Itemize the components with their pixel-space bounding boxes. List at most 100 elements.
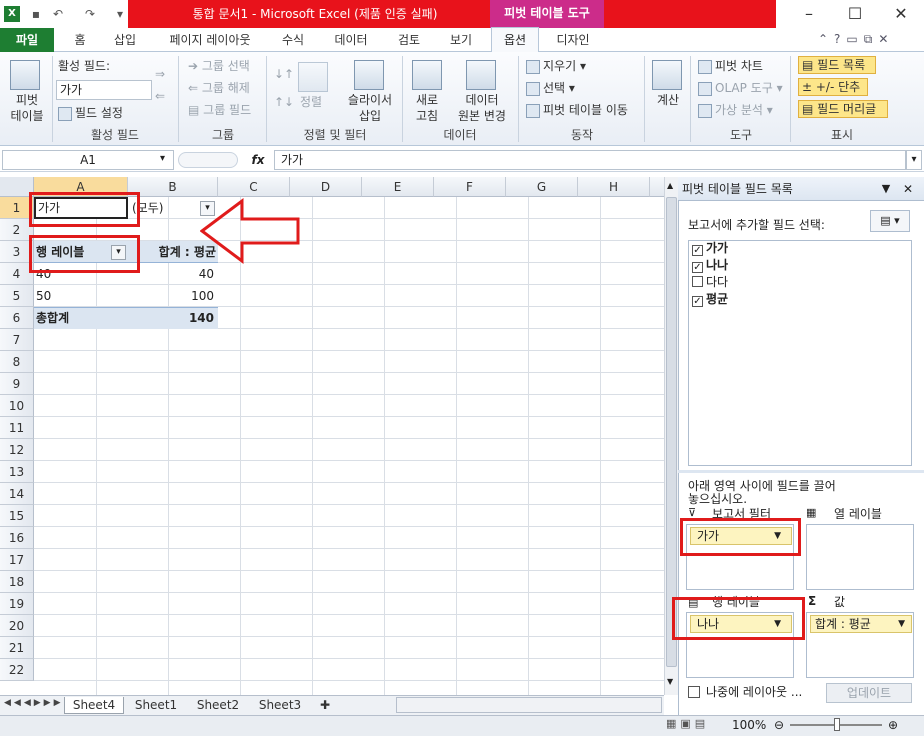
change-source-button[interactable]: 데이터 원본 변경: [448, 92, 516, 124]
refresh-button[interactable]: 새로 고침: [404, 92, 450, 124]
sort-za-icon[interactable]: ↑↓: [274, 94, 294, 110]
expand-field-icon[interactable]: ⇒: [155, 66, 165, 82]
column-labels-area[interactable]: [806, 524, 914, 590]
collapse-field-icon[interactable]: ⇐: [155, 88, 165, 104]
column-header-h[interactable]: H: [578, 177, 650, 197]
field-item[interactable]: ✓ 가가: [692, 240, 728, 256]
what-if-button[interactable]: 가상 분석 ▾: [698, 102, 773, 118]
field-item[interactable]: ✓ 나나: [692, 257, 728, 273]
row-header[interactable]: 22: [0, 659, 34, 681]
redo-icon[interactable]: ↷: [82, 6, 98, 22]
field-item[interactable]: ✓ 평균: [692, 291, 728, 307]
view-buttons-icons[interactable]: ▦▣▤: [666, 717, 724, 733]
scroll-up-icon[interactable]: ▲: [667, 181, 676, 191]
tab-page-layout[interactable]: 페이지 레이아웃: [160, 28, 260, 52]
ungroup-button[interactable]: ⇐ 그룹 해제: [188, 80, 250, 96]
pill-dropdown-icon[interactable]: ▼: [898, 616, 905, 632]
tab-formulas[interactable]: 수식: [276, 28, 310, 52]
name-box-dropdown-icon[interactable]: ▾: [160, 152, 172, 166]
row-header[interactable]: 15: [0, 505, 34, 527]
layout-options-icon[interactable]: ▤ ▾: [870, 210, 910, 232]
insert-function-button[interactable]: fx: [246, 150, 270, 170]
row-header[interactable]: 17: [0, 549, 34, 571]
minimize-button[interactable]: –: [786, 0, 832, 28]
row-header[interactable]: 12: [0, 439, 34, 461]
tab-options[interactable]: 옵션: [491, 27, 539, 53]
active-field-input[interactable]: 가가: [56, 80, 152, 100]
update-button[interactable]: 업데이트: [826, 683, 912, 703]
row-header[interactable]: 18: [0, 571, 34, 593]
select-button[interactable]: 선택 ▾: [526, 80, 575, 96]
column-header-f[interactable]: F: [434, 177, 506, 197]
cell-a6[interactable]: 총합계: [36, 307, 126, 329]
column-header-g[interactable]: G: [506, 177, 578, 197]
sort-button[interactable]: 정렬: [300, 94, 322, 110]
tab-view[interactable]: 보기: [444, 28, 478, 52]
column-header-c[interactable]: C: [218, 177, 290, 197]
spreadsheet-grid[interactable]: A B C D E F G H 1 2 3 4 5 6 7 8 9 10 11 12 13 14 15 16 1…: [0, 177, 664, 695]
row-header[interactable]: 8: [0, 351, 34, 373]
row-header[interactable]: 21: [0, 637, 34, 659]
field-settings-button[interactable]: 필드 설정: [58, 105, 123, 121]
tab-home[interactable]: 홈: [66, 28, 94, 52]
name-box[interactable]: A1: [2, 150, 174, 170]
field-item[interactable]: 다다: [692, 274, 728, 290]
tab-data[interactable]: 데이터: [328, 28, 374, 52]
expand-formula-bar-icon[interactable]: ▾: [906, 150, 922, 170]
slicer-insert-button[interactable]: 슬라이서 삽입: [340, 92, 400, 124]
ribbon-window-controls[interactable]: ⌃?▭⧉✕: [818, 32, 918, 48]
sheet-tab-sheet2[interactable]: Sheet2: [188, 697, 248, 714]
row-header[interactable]: 13: [0, 461, 34, 483]
checkbox-checked-icon[interactable]: ✓: [692, 262, 703, 273]
group-selection-button[interactable]: ➔ 그룹 선택: [188, 58, 250, 74]
tab-review[interactable]: 검토: [392, 28, 426, 52]
maximize-button[interactable]: ☐: [832, 0, 878, 28]
olap-tools-button[interactable]: OLAP 도구 ▾: [698, 80, 783, 96]
field-headers-button[interactable]: ▤ 필드 머리글: [798, 100, 888, 118]
horizontal-scrollbar[interactable]: [396, 697, 662, 713]
row-header[interactable]: 7: [0, 329, 34, 351]
checkbox-checked-icon[interactable]: ✓: [692, 245, 703, 256]
tab-insert[interactable]: 삽입: [108, 28, 142, 52]
zoom-level[interactable]: 100%: [732, 717, 772, 733]
undo-icon[interactable]: ↶: [50, 6, 66, 22]
group-field-button[interactable]: ▤ 그룹 필드: [188, 102, 251, 118]
pivot-table-button[interactable]: 피벗 테이블: [2, 92, 52, 124]
sheet-nav-icons[interactable]: ◀◀◀▶▶▶: [4, 698, 61, 712]
checkbox-checked-icon[interactable]: ✓: [692, 296, 703, 307]
formula-bar-splitter[interactable]: [178, 152, 238, 168]
move-pivot-button[interactable]: 피벗 테이블 이동: [526, 102, 628, 118]
clear-button[interactable]: 지우기 ▾: [526, 58, 586, 74]
row-header[interactable]: 5: [0, 285, 34, 307]
panel-close-icon[interactable]: ✕: [900, 181, 916, 197]
sheet-tab-sheet1[interactable]: Sheet1: [126, 697, 186, 714]
row-header[interactable]: 19: [0, 593, 34, 615]
zoom-slider-thumb[interactable]: [834, 718, 840, 731]
column-header-b[interactable]: B: [128, 177, 218, 197]
zoom-in-icon[interactable]: ⊕: [886, 717, 900, 733]
save-icon[interactable]: ▪: [28, 6, 44, 22]
row-header[interactable]: 16: [0, 527, 34, 549]
zoom-out-icon[interactable]: ⊖: [772, 717, 786, 733]
cell-b5[interactable]: 100: [130, 285, 214, 307]
cell-a5[interactable]: 50: [36, 285, 126, 307]
cell-b6[interactable]: 140: [130, 307, 214, 329]
scroll-down-icon[interactable]: ▼: [667, 677, 676, 687]
sheet-tab-sheet4[interactable]: Sheet4: [64, 697, 124, 714]
customize-qat-icon[interactable]: ▾: [112, 6, 128, 22]
pivot-chart-button[interactable]: 피벗 차트: [698, 58, 763, 74]
tab-design[interactable]: 디자인: [550, 28, 596, 52]
panel-splitter[interactable]: [678, 470, 924, 473]
calculations-button[interactable]: 계산: [646, 92, 690, 108]
column-header-d[interactable]: D: [290, 177, 362, 197]
row-header[interactable]: 6: [0, 307, 34, 329]
defer-update-checkbox[interactable]: [688, 686, 700, 698]
values-field-pill[interactable]: 합계 : 평균 ▼: [810, 615, 912, 633]
buttons-toggle[interactable]: ± +/- 단추: [798, 78, 868, 96]
row-header[interactable]: 9: [0, 373, 34, 395]
checkbox-unchecked-icon[interactable]: [692, 276, 703, 287]
sheet-tab-sheet3[interactable]: Sheet3: [250, 697, 310, 714]
row-header[interactable]: 11: [0, 417, 34, 439]
sort-az-icon[interactable]: ↓↑: [274, 66, 294, 82]
close-button[interactable]: ✕: [878, 0, 924, 28]
